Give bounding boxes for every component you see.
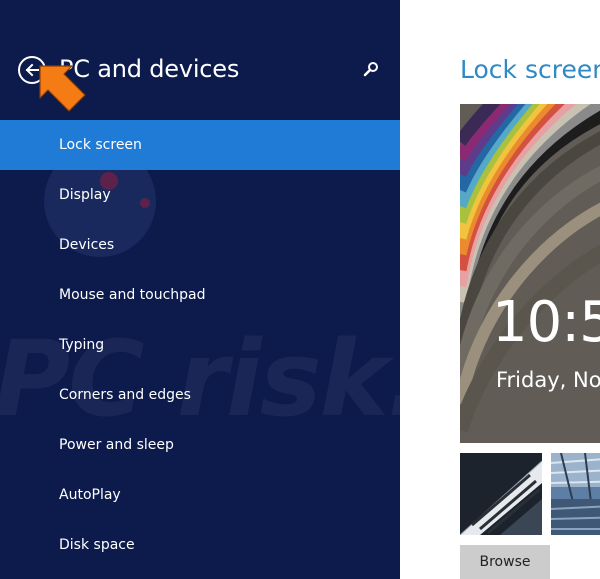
nav-item-display[interactable]: Display bbox=[0, 170, 400, 220]
piano-keys-image bbox=[460, 453, 542, 535]
nav-item-corners-and-edges[interactable]: Corners and edges bbox=[0, 370, 400, 420]
preview-date: Friday, November bbox=[496, 368, 600, 392]
search-button[interactable] bbox=[362, 60, 380, 80]
page-title: Lock screen preview bbox=[460, 55, 600, 84]
nav-list: Lock screen Display Devices Mouse and touch… bbox=[0, 120, 400, 570]
station-image bbox=[551, 453, 600, 535]
preview-time: 10:57 bbox=[492, 290, 600, 355]
nav-item-power-and-sleep[interactable]: Power and sleep bbox=[0, 420, 400, 470]
content-pane: Lock screen preview 10:57 Friday, Novemb… bbox=[400, 0, 600, 579]
nav-item-mouse-and-touchpad[interactable]: Mouse and touchpad bbox=[0, 270, 400, 320]
browse-button[interactable]: Browse bbox=[460, 545, 550, 579]
nav-item-autoplay[interactable]: AutoPlay bbox=[0, 470, 400, 520]
lock-screen-preview: 10:57 Friday, November bbox=[460, 104, 600, 443]
nav-item-disk-space[interactable]: Disk space bbox=[0, 520, 400, 570]
nav-item-devices[interactable]: Devices bbox=[0, 220, 400, 270]
lock-screen-thumbnail-station[interactable] bbox=[551, 453, 600, 535]
nav-item-typing[interactable]: Typing bbox=[0, 320, 400, 370]
lock-screen-thumbnail-piano[interactable] bbox=[460, 453, 542, 535]
nav-item-lock-screen[interactable]: Lock screen bbox=[0, 120, 400, 170]
search-icon bbox=[363, 62, 378, 77]
pointer-arrow-icon bbox=[39, 65, 86, 112]
